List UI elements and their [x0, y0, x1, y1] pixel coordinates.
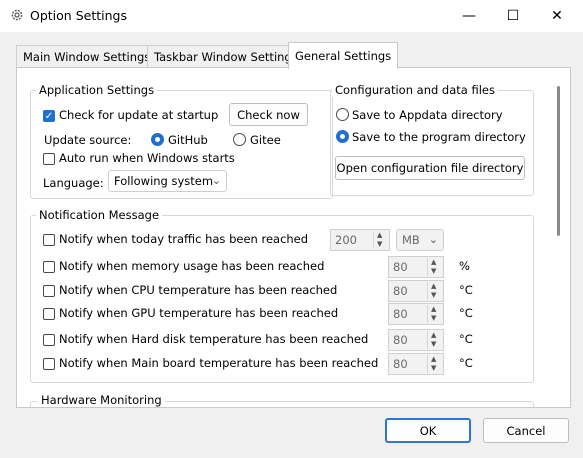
- check-now-button[interactable]: Check now: [229, 103, 308, 126]
- spin-down-icon[interactable]: ▼: [431, 341, 436, 348]
- notify-gpu-temp-checkbox[interactable]: [43, 308, 55, 320]
- window-title: Option Settings: [30, 8, 127, 23]
- traffic-threshold-value: 200: [335, 233, 357, 247]
- notification-legend: Notification Message: [36, 208, 163, 222]
- chevron-down-icon: ⌄: [211, 174, 221, 187]
- notify-memory-checkbox[interactable]: [43, 261, 55, 273]
- spin-down-icon[interactable]: ▼: [377, 241, 382, 248]
- minimize-button[interactable]: —: [447, 0, 491, 32]
- spin-up-icon[interactable]: ▲: [377, 232, 382, 239]
- mainboard-temp-threshold-spinner[interactable]: 80 ▲ ▼: [388, 353, 444, 375]
- scrollbar-thumb[interactable]: [557, 86, 560, 236]
- save-appdata-label: Save to Appdata directory: [352, 108, 503, 122]
- notify-mainboard-temp-label: Notify when Main board temperature has b…: [59, 356, 379, 370]
- general-settings-panel: Application Settings ✓ Check for update …: [16, 67, 571, 408]
- notify-mainboard-temp-checkbox[interactable]: [43, 358, 55, 370]
- tab-general-settings[interactable]: General Settings: [288, 42, 399, 69]
- traffic-unit-value: MB: [402, 233, 420, 247]
- github-radio[interactable]: [151, 133, 164, 146]
- auto-run-checkbox[interactable]: [43, 153, 55, 165]
- gitee-label: Gitee: [250, 133, 281, 147]
- gpu-temp-threshold-spinner[interactable]: 80 ▲ ▼: [388, 303, 444, 325]
- notify-cpu-temp-label: Notify when CPU temperature has been rea…: [59, 283, 338, 297]
- spin-up-icon[interactable]: ▲: [431, 259, 436, 266]
- notify-traffic-label: Notify when today traffic has been reach…: [59, 232, 309, 246]
- notify-gpu-temp-label: Notify when GPU temperature has been rea…: [59, 306, 339, 320]
- title-bar: Option Settings — ☐ ✕: [0, 0, 583, 32]
- language-dropdown[interactable]: Following system ⌄: [108, 170, 227, 192]
- memory-unit-label: %: [459, 259, 470, 273]
- chevron-down-icon: ⌄: [428, 233, 438, 246]
- tab-taskbar-window-settings[interactable]: Taskbar Window Settings: [147, 45, 305, 68]
- traffic-unit-dropdown[interactable]: MB ⌄: [396, 229, 444, 251]
- notify-hdd-temp-checkbox[interactable]: [43, 334, 55, 346]
- auto-run-label: Auto run when Windows starts: [59, 151, 235, 165]
- hardware-monitoring-legend: Hardware Monitoring: [38, 393, 165, 407]
- ok-button[interactable]: OK: [385, 418, 471, 443]
- gpu-temp-threshold-value: 80: [393, 307, 408, 321]
- language-label: Language:: [43, 176, 104, 190]
- tab-main-window-settings[interactable]: Main Window Settings: [16, 45, 158, 68]
- cancel-button[interactable]: Cancel: [483, 418, 569, 443]
- application-settings-legend: Application Settings: [36, 83, 158, 97]
- hdd-temp-unit-label: °C: [459, 332, 473, 346]
- maximize-button[interactable]: ☐: [491, 0, 535, 32]
- spin-down-icon[interactable]: ▼: [431, 292, 436, 299]
- spin-up-icon[interactable]: ▲: [431, 332, 436, 339]
- memory-threshold-spinner[interactable]: 80 ▲ ▼: [388, 256, 444, 278]
- check-update-label: Check for update at startup: [59, 108, 219, 122]
- save-appdata-radio[interactable]: [336, 108, 349, 121]
- cpu-temp-unit-label: °C: [459, 283, 473, 297]
- spin-up-icon[interactable]: ▲: [431, 306, 436, 313]
- notify-cpu-temp-checkbox[interactable]: [43, 285, 55, 297]
- close-button[interactable]: ✕: [535, 0, 579, 32]
- check-update-checkbox[interactable]: ✓: [43, 110, 55, 122]
- save-program-dir-radio[interactable]: [336, 130, 349, 143]
- spin-up-icon[interactable]: ▲: [431, 283, 436, 290]
- spin-down-icon[interactable]: ▼: [431, 365, 436, 372]
- config-files-legend: Configuration and data files: [332, 83, 499, 97]
- traffic-threshold-spinner[interactable]: 200 ▲ ▼: [330, 229, 390, 251]
- panel-scrollbar[interactable]: [553, 68, 567, 405]
- cpu-temp-threshold-spinner[interactable]: 80 ▲ ▼: [388, 280, 444, 302]
- hdd-temp-threshold-value: 80: [393, 333, 408, 347]
- gpu-temp-unit-label: °C: [459, 306, 473, 320]
- update-source-label: Update source:: [44, 133, 132, 147]
- open-config-directory-button[interactable]: Open configuration file directory: [335, 156, 525, 180]
- github-label: GitHub: [168, 133, 208, 147]
- gitee-radio[interactable]: [233, 133, 246, 146]
- notify-traffic-checkbox[interactable]: [43, 234, 55, 246]
- notify-memory-label: Notify when memory usage has been reache…: [59, 259, 325, 273]
- hdd-temp-threshold-spinner[interactable]: 80 ▲ ▼: [388, 329, 444, 351]
- cpu-temp-threshold-value: 80: [393, 284, 408, 298]
- spin-up-icon[interactable]: ▲: [431, 356, 436, 363]
- settings-gear-icon: [11, 9, 23, 21]
- notify-hdd-temp-label: Notify when Hard disk temperature has be…: [59, 332, 369, 346]
- language-value: Following system: [114, 174, 214, 188]
- spin-down-icon[interactable]: ▼: [431, 268, 436, 275]
- spin-down-icon[interactable]: ▼: [431, 315, 436, 322]
- mainboard-temp-unit-label: °C: [459, 356, 473, 370]
- memory-threshold-value: 80: [393, 260, 408, 274]
- mainboard-temp-threshold-value: 80: [393, 357, 408, 371]
- save-program-dir-label: Save to the program directory: [352, 130, 526, 144]
